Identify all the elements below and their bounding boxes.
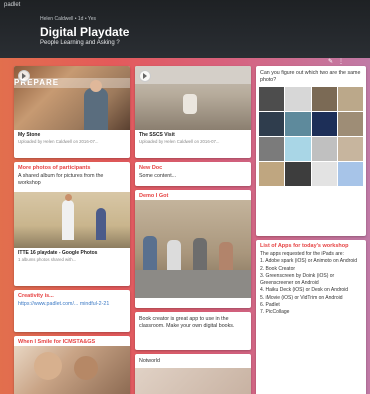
mosaic-tile (311, 112, 337, 137)
menu-icon[interactable]: ⋮ (338, 58, 344, 66)
app-list: The apps requested for the iPads are: 1.… (256, 250, 366, 319)
list-item: 7. PicCollage (260, 309, 290, 315)
post-card-app-list[interactable]: List of Apps for today's workshop The ap… (256, 240, 366, 394)
photo-mosaic (256, 87, 366, 189)
post-photo: PREPARE (14, 66, 130, 130)
mosaic-tile (285, 137, 311, 162)
post-card-book-creator[interactable]: Book creator is great app to use in the … (135, 312, 251, 350)
post-photo (14, 346, 130, 394)
list-item: 3. Greenscreen by Doink (iOS) or Greensc… (260, 272, 335, 286)
post-toolbar: ✎ ⋮ (328, 58, 344, 66)
post-photo (135, 200, 251, 298)
brand-logo[interactable]: padlet (4, 2, 20, 8)
mosaic-tile (285, 112, 311, 137)
mosaic-tile (337, 162, 363, 187)
mosaic-tile (311, 162, 337, 187)
list-intro: The apps requested for the iPads are: (260, 251, 344, 257)
post-card-same-photo[interactable]: Can you figure out which two are the sam… (256, 66, 366, 236)
post-photo (135, 368, 251, 394)
post-title: Demo I Got (139, 193, 169, 199)
mosaic-tile (337, 112, 363, 137)
edit-icon[interactable]: ✎ (328, 58, 333, 66)
mosaic-tile (311, 87, 337, 112)
post-photo (14, 192, 130, 249)
mosaic-tile (285, 87, 311, 112)
post-title: List of Apps for today's workshop (260, 243, 349, 249)
list-item: 4. Haiku Deck (iOS) or Desk on Android (260, 287, 349, 294)
post-card-new-doc[interactable]: New Doc Some content... (135, 162, 251, 186)
mosaic-tile (259, 137, 285, 162)
header-bar: padlet Helen Caldwell • 1d • Yes Digital… (0, 0, 370, 58)
post-photo (135, 66, 251, 130)
mosaic-tile (259, 162, 285, 187)
post-title: When I Smile for ICMSTA&GS (18, 339, 96, 345)
post-meta: 1 albums photos shared with... (18, 257, 77, 263)
post-title: Creativity is... (18, 293, 54, 299)
mosaic-tile (259, 112, 285, 137)
post-card-demo[interactable]: Demo I Got (135, 190, 251, 308)
page-title: Digital Playdate (40, 25, 130, 39)
post-title: New Doc (139, 165, 163, 171)
post-card-sscs-visit[interactable]: The SSCS Visit Uploaded by Helen Caldwel… (135, 66, 251, 158)
list-item: 6. Padlet (260, 301, 280, 308)
post-card-creativity[interactable]: Creativity is... https://www.padlet.com/… (14, 290, 130, 332)
post-body: Notworld (139, 358, 160, 364)
post-title: More photos of participants (18, 165, 91, 171)
post-link[interactable]: https://www.padlet.com/... mindful-2-21 (14, 300, 130, 311)
mosaic-tile (285, 162, 311, 187)
play-icon[interactable] (18, 70, 30, 82)
post-card-my-stone[interactable]: PREPARE My Stone Uploaded by Helen Caldw… (14, 66, 130, 158)
post-caption: The SSCS Visit (139, 132, 175, 138)
post-caption: ITTE 16 playdate - Google Photos (18, 250, 98, 257)
breadcrumb: Helen Caldwell • 1d • Yes (40, 16, 97, 22)
mosaic-tile (259, 87, 285, 112)
list-item: 5. iMovie (iOS) or VidTrim on Android (260, 294, 343, 301)
post-card-more-photos[interactable]: More photos of participants A shared alb… (14, 162, 130, 286)
mosaic-tile (311, 137, 337, 162)
list-item: 1. Adobe spark (iOS) or Animoto on Andro… (260, 258, 357, 265)
post-card-notworld[interactable]: Notworld (135, 354, 251, 394)
mosaic-tile (337, 87, 363, 112)
post-body: Some content... (139, 173, 177, 179)
post-meta: Uploaded by Helen Caldwell on 2016-07... (18, 139, 99, 144)
post-meta: Uploaded by Helen Caldwell on 2016-07... (139, 139, 220, 144)
post-body: A shared album for pictures from the wor… (18, 173, 104, 187)
page-subtitle: People Learning and Asking ? (40, 40, 120, 46)
play-icon[interactable] (139, 70, 151, 82)
post-question: Can you figure out which two are the sam… (260, 70, 361, 84)
post-caption: My Stone (18, 132, 41, 138)
list-item: 2. Book Creator (260, 265, 296, 272)
board-canvas: PREPARE My Stone Uploaded by Helen Caldw… (0, 58, 370, 394)
post-card-smile[interactable]: When I Smile for ICMSTA&GS (14, 336, 130, 394)
post-body: Book creator is great app to use in the … (139, 316, 235, 330)
mosaic-tile (337, 137, 363, 162)
